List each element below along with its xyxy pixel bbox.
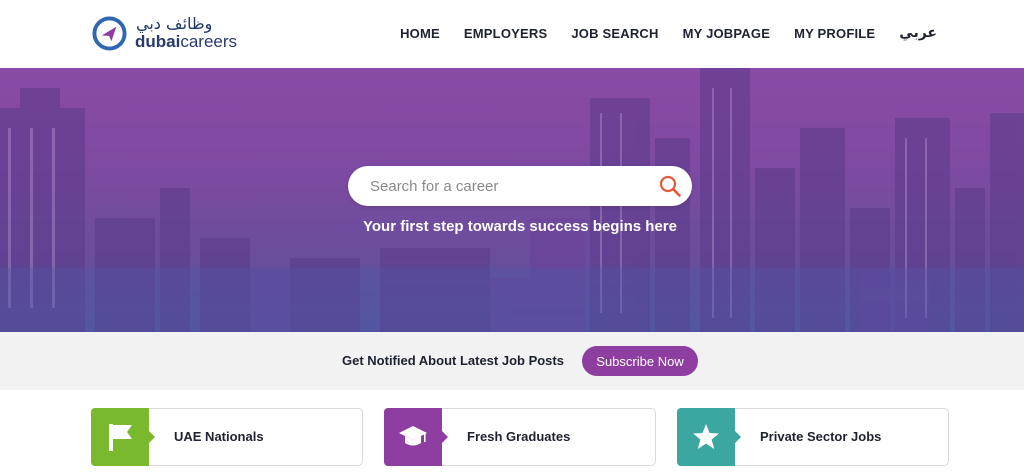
category-tile [384,408,448,466]
nav-my-jobpage[interactable]: MY JOBPAGE [683,26,770,41]
site-header: وظائف دبي dubaicareers HOME EMPLOYERS JO… [0,0,1024,68]
career-search-box [348,166,692,206]
category-label: UAE Nationals [174,429,264,444]
dubai-careers-logo[interactable]: وظائف دبي dubaicareers [92,14,252,54]
nav-job-search[interactable]: JOB SEARCH [571,26,658,41]
flag-icon [109,424,132,451]
star-icon [693,424,719,449]
logo-arabic-text: وظائف دبي [136,14,213,33]
hero-tagline: Your first step towards success begins h… [363,218,677,235]
subscribe-now-button[interactable]: Subscribe Now [582,346,698,376]
category-card-uae-nationals[interactable]: UAE Nationals [91,408,363,466]
category-card-fresh-graduates[interactable]: Fresh Graduates [384,408,656,466]
category-label: Private Sector Jobs [760,429,882,444]
nav-home[interactable]: HOME [400,26,440,41]
graduation-cap-icon [399,426,427,446]
category-card-private-sector-jobs[interactable]: Private Sector Jobs [677,408,949,466]
paper-plane-logo-icon [92,16,127,51]
category-tile [677,408,741,466]
nav-my-profile[interactable]: MY PROFILE [794,26,875,41]
subscribe-text: Get Notified About Latest Job Posts [342,353,564,368]
subscribe-bar: Get Notified About Latest Job Posts Subs… [0,332,1024,390]
career-search-input[interactable] [370,166,650,206]
nav-language-arabic[interactable]: عربي [899,25,937,41]
category-label: Fresh Graduates [467,429,571,444]
hero-banner: Your first step towards success begins h… [0,68,1024,332]
main-nav: HOME EMPLOYERS JOB SEARCH MY JOBPAGE MY … [400,25,937,41]
search-icon[interactable] [658,174,682,198]
logo-wordmark: dubaicareers [135,32,238,51]
category-tile [91,408,155,466]
nav-employers[interactable]: EMPLOYERS [464,26,547,41]
